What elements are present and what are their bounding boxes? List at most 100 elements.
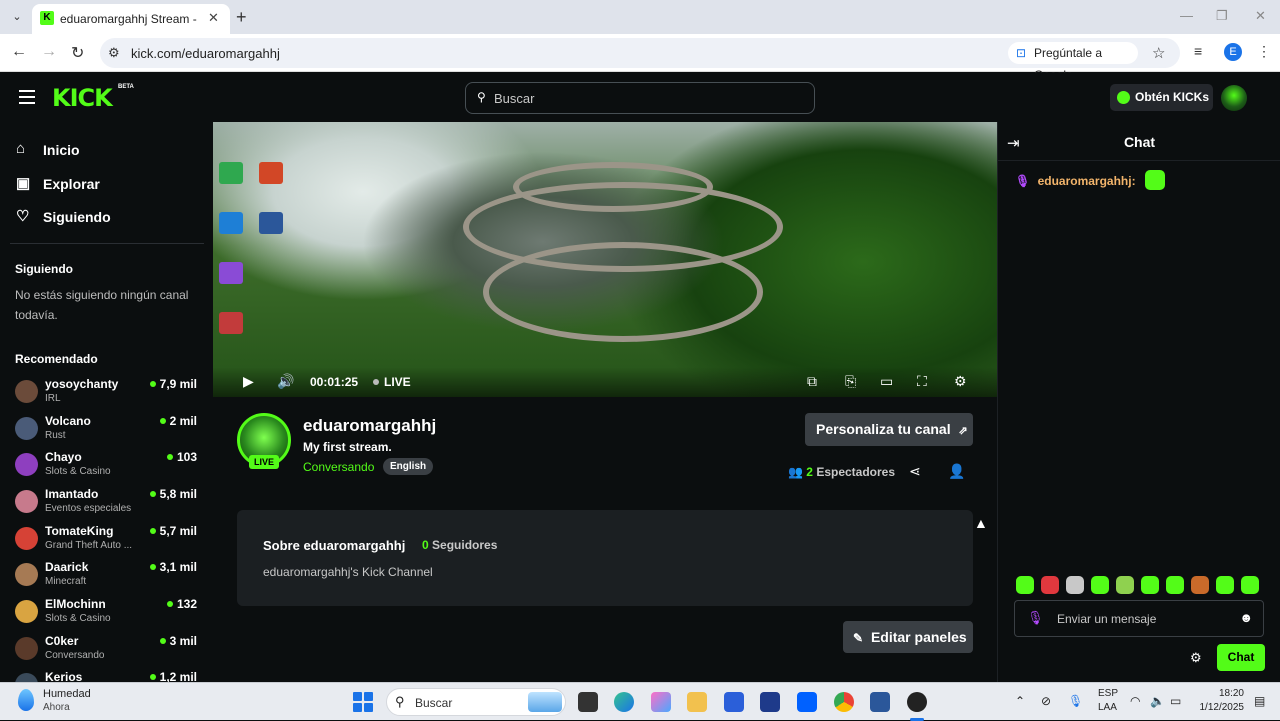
channel-category: Slots & Casino [45,613,111,624]
kick-logo[interactable]: KICK [52,84,113,112]
new-tab-icon[interactable]: + [236,7,247,28]
live-dot-icon [373,379,379,385]
mic-icon[interactable]: 🎙 [1068,694,1083,708]
edit-panels-button[interactable]: ✎ Editar paneles [843,621,973,653]
back-icon[interactable]: ← [11,43,27,61]
fullscreen-icon[interactable]: ⛶ [917,373,927,390]
word-icon[interactable] [870,692,890,712]
reload-icon[interactable]: ↻ [71,43,84,63]
chat-settings-icon[interactable]: ⚙ [1190,650,1202,666]
emote-icon[interactable] [1041,576,1059,594]
emote-icon[interactable] [1191,576,1209,594]
start-icon[interactable] [353,692,373,712]
clip-icon[interactable]: ⎘ [845,373,856,390]
clock-date[interactable]: 1/12/2025 [1194,702,1245,713]
recommended-channel[interactable]: Chayo Slots & Casino 103 [15,450,205,482]
emoji-picker-icon[interactable]: ☻ [1239,610,1253,625]
weather-subtitle: Ahora [43,702,70,713]
customize-channel-button[interactable]: Personaliza tu canal ⇗ [805,413,973,446]
window-close-icon[interactable]: ✕ [1255,8,1266,24]
tab-search-chevron-icon[interactable]: ⌄ [8,8,26,26]
recommended-channel[interactable]: Imantado Eventos especiales 5,8 mil [15,487,205,519]
b-app-icon[interactable] [760,692,780,712]
task-view-icon[interactable] [578,692,598,712]
restore-icon[interactable]: ❐ [1216,8,1228,24]
clock-time[interactable]: 18:20 [1198,688,1244,699]
channel-name: ElMochinn [45,597,106,611]
store-icon[interactable] [724,692,744,712]
channel-name[interactable]: eduaromargahhj [303,416,436,436]
emote-icon[interactable] [1066,576,1084,594]
tab-close-icon[interactable]: ✕ [208,10,219,26]
browser-tab-bar: ⌄ K eduaromargahhj Stream - Watc ✕ + — ❐… [0,0,1280,34]
emote-icon[interactable] [1241,576,1259,594]
speaker-icon[interactable]: 🔈 [1150,694,1165,708]
theater-mode-icon[interactable]: ▭ [880,373,893,390]
weather-icon[interactable] [18,689,34,711]
share-icon[interactable]: ⋖ [909,463,921,480]
sidebar-item-label: Siguiendo [43,209,111,225]
search-input[interactable]: ⚲ Buscar [465,82,815,114]
file-explorer-icon[interactable] [687,692,707,712]
minimize-icon[interactable]: — [1180,8,1193,23]
viewer-count: 2 mil [159,414,197,428]
widget-icon[interactable] [528,692,562,712]
emote-icon[interactable] [1091,576,1109,594]
chrome-icon[interactable] [834,692,854,712]
recommended-channel[interactable]: Kerios 1,2 mil [15,670,205,682]
chat-input-placeholder: Enviar un mensaje [1057,612,1157,626]
get-kicks-button[interactable]: Obtén KICKs [1110,84,1213,111]
kick-favicon-icon: K [40,11,54,25]
emote-icon[interactable] [1016,576,1034,594]
avatar [15,600,38,623]
edge-icon[interactable] [614,692,634,712]
ask-google-button[interactable]: ⊡ Pregúntale a Google [1008,42,1138,82]
emote-icon[interactable] [1216,576,1234,594]
dropbox-icon[interactable] [797,692,817,712]
volume-icon[interactable]: 🔊 [277,373,294,390]
tray-chevron-icon[interactable]: ⌃ [1015,694,1025,708]
site-info-icon[interactable]: ⚙ [108,45,120,61]
emote-icon[interactable] [1166,576,1184,594]
browser-menu-icon[interactable]: ⋮ [1257,43,1271,60]
send-chat-button[interactable]: Chat [1217,644,1265,671]
emote-icon[interactable] [1141,576,1159,594]
stream-category[interactable]: Conversando [303,460,374,474]
copilot-icon[interactable] [651,692,671,712]
user-avatar[interactable] [1221,85,1247,111]
forward-icon[interactable]: → [41,43,57,61]
channel-name: Chayo [45,450,82,464]
notifications-icon[interactable]: ▤ [1254,694,1265,708]
settings-icon[interactable]: ⚙ [954,373,967,390]
language-tag[interactable]: English [383,458,434,475]
play-icon[interactable]: ▶ [243,373,254,390]
video-player[interactable]: ▶ 🔊 00:01:25 LIVE ⧉ ⎘ ▭ ⛶ ⚙ [213,122,997,397]
input-language[interactable]: ESP [1098,688,1118,699]
recommended-channel[interactable]: Daarick Minecraft 3,1 mil [15,560,205,592]
windows-taskbar: Humedad Ahora ⚲ Buscar ⌃ ⊘ 🎙 ESP LAA ◠ 🔈… [0,682,1280,721]
chat-input[interactable]: 🎙 Enviar un mensaje ☻ [1014,600,1264,637]
recommended-channel[interactable]: TomateKing Grand Theft Auto ... 5,7 mil [15,524,205,556]
recommended-channel[interactable]: yosoychanty IRL 7,9 mil [15,377,205,409]
recommended-channel[interactable]: C0ker Conversando 3 mil [15,634,205,666]
avatar [15,527,38,550]
stream-title: My first stream. [303,440,392,454]
channel-category: Minecraft [45,576,87,587]
obs-icon[interactable] [907,692,927,712]
follow-icon[interactable]: 👤 [948,463,965,480]
chat-username[interactable]: eduaromargahhj: [1038,174,1136,188]
recommended-channel[interactable]: Volcano Rust 2 mil [15,414,205,446]
emote-icon[interactable] [1116,576,1134,594]
url-field[interactable]: ⚙ kick.com/eduaromargahhj ⊡ Pregúntale a… [100,38,1180,82]
wifi-icon[interactable]: ◠ [1130,694,1140,708]
browser-tab[interactable]: K eduaromargahhj Stream - Watc ✕ [32,4,230,34]
battery-icon[interactable]: ▭ [1170,694,1181,708]
hdr-off-icon[interactable]: ⊘ [1041,694,1051,708]
emote-icon [1144,170,1165,190]
menu-icon[interactable] [19,90,35,104]
media-queue-icon[interactable]: ≡ [1194,43,1202,59]
profile-avatar[interactable]: E [1224,43,1242,61]
miniplayer-icon[interactable]: ⧉ [807,373,817,390]
bookmark-star-icon[interactable]: ☆ [1152,44,1165,62]
recommended-channel[interactable]: ElMochinn Slots & Casino 132 [15,597,205,629]
